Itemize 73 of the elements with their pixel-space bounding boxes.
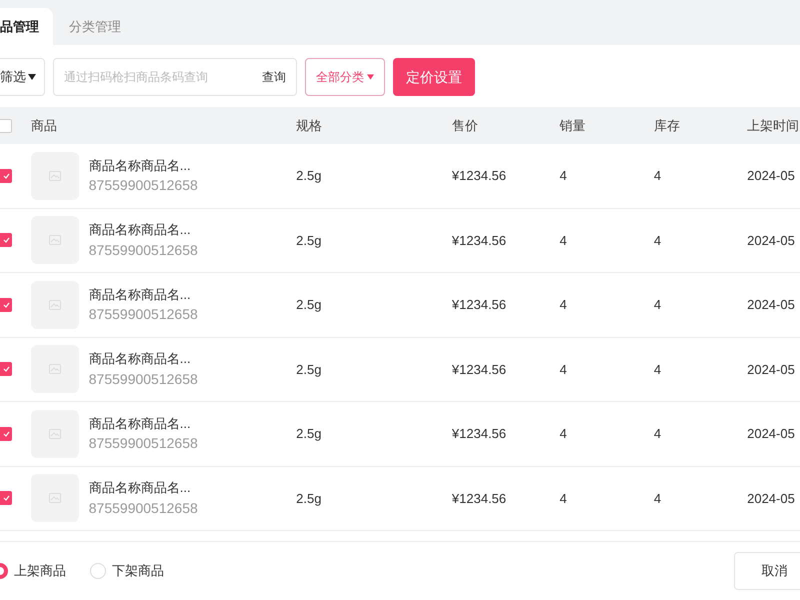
caret-icon <box>367 74 374 80</box>
column-header: 销量 <box>560 118 586 133</box>
table-cell: 2.5g <box>296 490 322 506</box>
table-cell: 2024-05 <box>747 168 795 183</box>
table-cell: 2.5g <box>296 232 322 248</box>
product-name: 商品名称商品名... <box>88 350 192 368</box>
table-cell: 2.5g <box>296 362 322 376</box>
checkbox[interactable] <box>0 233 12 248</box>
table-cell: 2024-05 <box>747 426 795 441</box>
table-cell: 2.5g <box>296 168 322 183</box>
column-header: 规格 <box>296 118 322 133</box>
search-button[interactable]: 查询 <box>262 68 286 86</box>
radio-icon <box>90 563 106 579</box>
checkbox[interactable] <box>0 118 12 132</box>
column-header: 售价 <box>452 118 478 133</box>
category-dropdown[interactable]: 全部分类 <box>305 58 385 96</box>
table-cell: 4 <box>654 362 662 376</box>
table-cell: 4 <box>560 426 567 441</box>
check-icon <box>2 237 10 244</box>
table-cell: ¥1234.56 <box>452 232 506 248</box>
product-barcode: 87559900512658 <box>88 370 198 388</box>
product-barcode: 87559900512658 <box>88 176 198 195</box>
product-name: 商品名称商品名... <box>88 221 192 239</box>
column-header: 上架时间 <box>747 118 800 133</box>
cancel-button[interactable]: 取消 <box>734 552 800 590</box>
table-cell: 4 <box>560 232 567 248</box>
check-icon <box>2 366 10 372</box>
table-cell: 4 <box>560 362 567 376</box>
check-icon <box>2 172 10 179</box>
table-cell: 4 <box>560 168 567 183</box>
search-field[interactable]: 通过扫码枪扫商品条码查询 查询 <box>53 58 297 96</box>
table-cell: 2024-05 <box>747 297 795 312</box>
check-icon <box>2 495 10 502</box>
table-cell: ¥1234.56 <box>452 426 506 441</box>
product-name: 商品名称商品名... <box>88 156 192 174</box>
pricing-button[interactable]: 定价设置 <box>393 58 475 96</box>
radio-option[interactable]: 下架商品 <box>90 561 164 581</box>
product-name: 商品名称商品名... <box>88 286 192 304</box>
product-name: 商品名称商品名... <box>88 479 192 497</box>
table-cell: 4 <box>654 232 662 248</box>
product-barcode: 87559900512658 <box>88 434 198 453</box>
product-name: 商品名称商品名... <box>88 414 192 432</box>
checkbox[interactable] <box>0 362 12 376</box>
product-barcode: 87559900512658 <box>88 498 198 518</box>
table-cell: 2.5g <box>296 426 322 441</box>
table-cell: 4 <box>654 168 662 183</box>
column-header: 商品 <box>30 118 57 133</box>
table-cell: ¥1234.56 <box>452 297 506 312</box>
table-cell: 4 <box>654 297 662 312</box>
product-barcode: 87559900512658 <box>88 240 198 260</box>
table-cell: 4 <box>654 426 662 441</box>
table-cell: 2.5g <box>296 297 322 312</box>
column-header: 库存 <box>654 118 680 133</box>
checkbox[interactable] <box>0 491 12 506</box>
filter-dropdown[interactable]: 筛选 <box>0 58 45 96</box>
check-icon <box>2 302 10 308</box>
check-icon <box>2 430 10 437</box>
checkbox[interactable] <box>0 426 12 441</box>
caret-icon <box>28 74 36 80</box>
checkbox[interactable] <box>0 168 12 183</box>
table-cell: ¥1234.56 <box>452 168 506 183</box>
table-cell: 2024-05 <box>747 362 795 376</box>
table-cell: 4 <box>560 490 567 506</box>
product-barcode: 87559900512658 <box>88 305 198 324</box>
table-cell: 4 <box>654 490 662 506</box>
table-cell: ¥1234.56 <box>452 362 506 376</box>
table-cell: 2024-05 <box>747 490 795 506</box>
table-cell: 2024-05 <box>747 232 795 248</box>
table-cell: ¥1234.56 <box>452 490 506 506</box>
radio-option[interactable]: 上架商品 <box>0 561 66 581</box>
checkbox[interactable] <box>0 298 12 312</box>
tab[interactable]: 品管理 <box>0 8 53 45</box>
table-cell: 4 <box>560 297 567 312</box>
